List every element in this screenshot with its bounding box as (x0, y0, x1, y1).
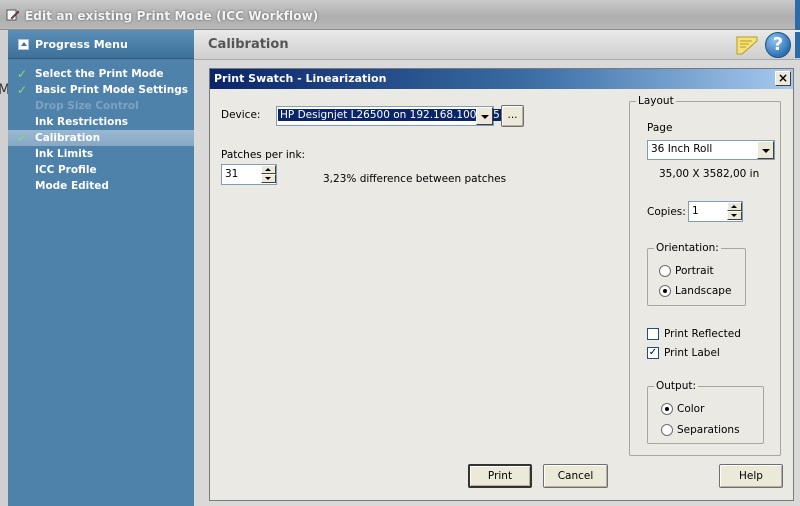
print-button[interactable]: Print (468, 464, 532, 488)
separations-label: Separations (677, 424, 740, 436)
print-reflected-checkbox[interactable] (647, 328, 659, 340)
step-ink-limits[interactable]: Ink Limits (8, 146, 194, 162)
progress-menu-panel: Progress Menu ✓ Select the Print Mode ✓ … (8, 30, 202, 506)
print-label-label: Print Label (664, 347, 720, 359)
output-group: Output: Color Separations (647, 380, 764, 444)
collapse-icon[interactable] (18, 39, 29, 50)
check-icon: ✓ (17, 83, 28, 97)
landscape-radio[interactable] (659, 285, 671, 297)
page-title: Calibration (208, 37, 289, 52)
output-legend: Output: (654, 380, 699, 392)
dropdown-arrow-icon[interactable] (757, 141, 774, 159)
spin-down-icon[interactable] (727, 211, 742, 220)
app-icon (6, 9, 20, 21)
step-ink-restrictions[interactable]: Ink Restrictions (8, 114, 194, 130)
print-reflected-label: Print Reflected (664, 328, 741, 340)
dialog-title: Print Swatch - Linearization (214, 72, 387, 85)
help-button[interactable]: Help (719, 464, 783, 488)
step-label: Drop Size Control (35, 100, 139, 112)
patches-stepper[interactable]: 31 (221, 164, 277, 185)
device-label: Device: (221, 109, 261, 121)
step-basic-settings[interactable]: ✓ Basic Print Mode Settings (8, 82, 194, 98)
color-radio[interactable] (661, 403, 673, 415)
step-select-print-mode[interactable]: ✓ Select the Print Mode (8, 66, 194, 82)
progress-menu-header[interactable]: Progress Menu (8, 30, 194, 59)
copies-label: Copies: (647, 206, 686, 218)
copies-stepper[interactable]: 1 (688, 201, 743, 222)
check-icon: ✓ (17, 131, 28, 145)
step-drop-size-control: Drop Size Control (8, 98, 194, 114)
layout-group: Layout Page 36 Inch Roll 35,00 X 3582,00… (629, 95, 781, 456)
copies-value: 1 (692, 205, 699, 217)
step-label: Ink Limits (35, 148, 94, 160)
help-icon[interactable]: ? (765, 32, 791, 58)
layout-legend: Layout (636, 95, 676, 107)
page-dimensions: 35,00 X 3582,00 in (659, 168, 760, 180)
step-label: ICC Profile (35, 164, 97, 176)
spin-down-icon[interactable] (261, 174, 276, 183)
print-label-checkbox[interactable]: ✓ (647, 347, 659, 359)
device-select[interactable]: HP Designjet L26500 on 192.168.100.185 (276, 106, 502, 126)
difference-text: 3,23% difference between patches (323, 173, 507, 185)
step-label: Mode Edited (35, 180, 109, 192)
patches-label: Patches per ink: (221, 149, 306, 161)
window-title: Edit an existing Print Mode (ICC Workflo… (25, 9, 319, 23)
separations-radio[interactable] (661, 424, 673, 436)
spin-up-icon[interactable] (727, 202, 742, 211)
step-label: Ink Restrictions (35, 116, 129, 128)
calibration-header: Calibration ? (194, 30, 800, 60)
progress-menu-title: Progress Menu (35, 38, 128, 51)
dropdown-arrow-icon[interactable] (476, 107, 493, 125)
page-label: Page (647, 122, 673, 134)
note-icon[interactable] (736, 35, 758, 55)
print-swatch-dialog: Print Swatch - Linearization × Device: H… (209, 68, 794, 501)
page-select[interactable]: 36 Inch Roll (647, 140, 775, 160)
color-label: Color (677, 403, 705, 415)
spin-up-icon[interactable] (261, 165, 276, 174)
orientation-legend: Orientation: (654, 242, 721, 254)
step-mode-edited[interactable]: Mode Edited (8, 178, 194, 194)
browse-device-button[interactable]: ... (501, 105, 524, 127)
portrait-radio[interactable] (659, 265, 671, 277)
landscape-label: Landscape (675, 285, 732, 297)
check-icon: ✓ (17, 67, 28, 81)
step-icc-profile[interactable]: ICC Profile (8, 162, 194, 178)
background-window-edge: M (0, 30, 10, 506)
orientation-group: Orientation: Portrait Landscape (647, 242, 746, 306)
close-button[interactable]: × (775, 71, 791, 86)
step-label: Basic Print Mode Settings (35, 84, 188, 96)
portrait-label: Portrait (675, 265, 714, 277)
step-label: Calibration (35, 132, 101, 144)
window-title-bar[interactable]: Edit an existing Print Mode (ICC Workflo… (0, 0, 800, 30)
header-edge-strip (795, 32, 800, 58)
page-value: 36 Inch Roll (651, 143, 713, 155)
patches-value: 31 (225, 168, 239, 180)
cancel-button[interactable]: Cancel (543, 464, 608, 488)
device-value: HP Designjet L26500 on 192.168.100.185 (278, 109, 502, 121)
step-calibration[interactable]: ✓ Calibration (8, 130, 202, 146)
window-edge-strip (795, 0, 800, 30)
progress-steps: ✓ Select the Print Mode ✓ Basic Print Mo… (8, 66, 202, 194)
dialog-title-bar[interactable]: Print Swatch - Linearization (210, 69, 793, 89)
step-label: Select the Print Mode (35, 68, 164, 80)
